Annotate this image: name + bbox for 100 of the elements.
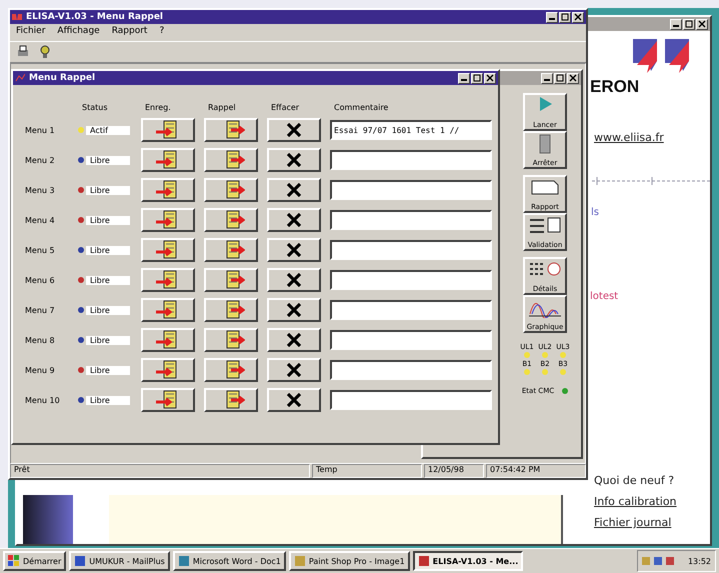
save-button[interactable]	[141, 358, 195, 382]
row-label: Menu 2	[25, 156, 56, 164]
maximize-button[interactable]	[559, 12, 571, 22]
recall-button[interactable]	[204, 178, 258, 202]
status-text: Libre	[86, 306, 130, 314]
maximize-button[interactable]	[554, 72, 566, 84]
save-button[interactable]	[141, 118, 195, 142]
minimize-icon	[673, 24, 679, 26]
x-icon	[286, 242, 302, 258]
status-text: Actif	[86, 126, 130, 134]
delete-button[interactable]	[267, 148, 321, 172]
recall-button[interactable]	[204, 298, 258, 322]
save-button[interactable]	[141, 238, 195, 262]
windows-logo-icon	[8, 555, 20, 567]
delete-button[interactable]	[267, 358, 321, 382]
status-text: Libre	[86, 276, 130, 284]
delete-button[interactable]	[267, 118, 321, 142]
save-button[interactable]	[141, 388, 195, 412]
delete-button[interactable]	[267, 388, 321, 412]
logo-text: ERON	[590, 77, 640, 96]
comment-field[interactable]	[330, 150, 492, 170]
recall-button[interactable]	[204, 388, 258, 412]
taskbar-button[interactable]: UMUKUR - MailPlus	[69, 551, 170, 571]
minimize-icon	[549, 18, 555, 20]
comment-field[interactable]	[330, 270, 492, 290]
comment-field[interactable]: Essai 97/07 1601 Test 1 //	[330, 120, 492, 140]
side-link[interactable]: Fichier journal	[594, 516, 677, 529]
x-icon	[286, 122, 302, 138]
x-icon	[286, 272, 302, 288]
taskbar-button[interactable]: ELISA-V1.03 - Me...	[412, 551, 524, 571]
menu-item[interactable]: Fichier	[16, 26, 46, 39]
recall-button[interactable]	[204, 238, 258, 262]
maximize-button[interactable]	[683, 18, 695, 30]
status-text: Libre	[86, 186, 130, 194]
menu-item[interactable]: Affichage	[57, 26, 100, 39]
save-button[interactable]	[141, 148, 195, 172]
close-button[interactable]	[567, 72, 579, 84]
delete-button[interactable]	[267, 298, 321, 322]
x-icon	[286, 302, 302, 318]
save-button[interactable]	[141, 298, 195, 322]
status-text: Libre	[86, 246, 130, 254]
close-button[interactable]	[696, 18, 708, 30]
x-icon	[286, 212, 302, 228]
taskbar-button[interactable]: Paint Shop Pro - Image1	[288, 551, 410, 571]
minimize-icon	[544, 78, 550, 80]
save-button[interactable]	[141, 328, 195, 352]
minimize-button[interactable]	[546, 12, 558, 22]
clock: 13:52	[688, 556, 711, 566]
menu-item[interactable]: Rapport	[112, 26, 148, 39]
row-label: Menu 10	[25, 396, 61, 404]
x-icon	[286, 182, 302, 198]
menu-item[interactable]: ?	[159, 26, 164, 39]
comment-field[interactable]	[330, 240, 492, 260]
app-icon	[12, 12, 22, 22]
column-header: Enreg.	[144, 103, 172, 112]
save-button[interactable]	[141, 178, 195, 202]
comment-field[interactable]	[330, 300, 492, 320]
delete-button[interactable]	[267, 238, 321, 262]
x-icon	[286, 152, 302, 168]
delete-button[interactable]	[267, 208, 321, 232]
minimize-button[interactable]	[458, 72, 470, 84]
delete-button[interactable]	[267, 328, 321, 352]
comment-field[interactable]	[330, 180, 492, 200]
lightbulb-icon[interactable]	[38, 45, 52, 59]
printer-icon[interactable]	[16, 45, 30, 59]
comment-field[interactable]	[330, 360, 492, 380]
recall-button[interactable]	[204, 148, 258, 172]
start-button[interactable]: Démarrer	[3, 551, 66, 571]
close-button[interactable]	[484, 72, 496, 84]
comment-field[interactable]	[330, 210, 492, 230]
delete-button[interactable]	[267, 178, 321, 202]
recall-button[interactable]	[204, 358, 258, 382]
save-button[interactable]	[141, 208, 195, 232]
delete-button[interactable]	[267, 268, 321, 292]
recall-button[interactable]	[204, 268, 258, 292]
column-header: Commentaire	[333, 103, 390, 112]
row-label: Menu 5	[25, 246, 56, 254]
maximize-button[interactable]	[471, 72, 483, 84]
gradient-panel	[23, 495, 73, 544]
minimize-button[interactable]	[541, 72, 553, 84]
document-icon	[530, 178, 560, 196]
comment-field[interactable]	[330, 390, 492, 410]
close-button[interactable]	[572, 12, 584, 22]
side-link[interactable]: Info calibration	[594, 495, 677, 508]
window-title: Menu Rappel	[29, 73, 96, 83]
close-icon	[569, 74, 577, 82]
taskbar-button[interactable]: Microsoft Word - Doc1	[172, 551, 286, 571]
save-button[interactable]	[141, 268, 195, 292]
comment-field[interactable]	[330, 330, 492, 350]
recall-button[interactable]	[204, 328, 258, 352]
recall-button[interactable]	[204, 208, 258, 232]
window-title: ELISA-V1.03 - Menu Rappel	[26, 12, 164, 22]
recall-button[interactable]	[204, 118, 258, 142]
status-text: Libre	[86, 396, 130, 404]
website-link[interactable]: www.eliisa.fr	[594, 131, 664, 144]
side-link[interactable]: Quoi de neuf ?	[594, 474, 677, 487]
row-label: Menu 8	[25, 336, 56, 344]
status-text: Libre	[86, 156, 130, 164]
column-header: Rappel	[207, 103, 237, 112]
minimize-button[interactable]	[670, 18, 682, 30]
